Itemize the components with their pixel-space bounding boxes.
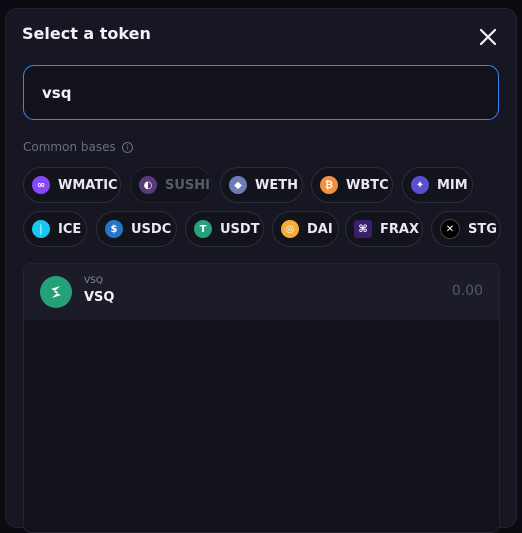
chip-label: USDT: [220, 221, 260, 237]
chip-label: MIM: [437, 177, 468, 193]
close-icon[interactable]: [477, 26, 499, 48]
chip-label: FRAX: [380, 221, 419, 237]
chip-sushi[interactable]: ◐ SUSHI: [130, 167, 212, 203]
token-search-box[interactable]: [23, 65, 499, 120]
token-select-modal: Select a token Common bases i ∞ WMATIC ◐…: [5, 8, 517, 533]
chip-usdt[interactable]: T USDT: [185, 211, 264, 247]
usdt-icon: T: [194, 220, 212, 238]
wmatic-icon: ∞: [32, 176, 50, 194]
token-name: VSQ: [84, 290, 115, 305]
chip-label: DAI: [307, 221, 333, 237]
chip-label: WMATIC: [58, 177, 118, 193]
stg-icon: ✕: [440, 219, 460, 239]
chip-weth[interactable]: ◆ WETH: [220, 167, 303, 203]
token-search-input[interactable]: [40, 82, 482, 103]
mim-icon: ✦: [411, 176, 429, 194]
dai-icon: ◎: [281, 220, 299, 238]
chip-wmatic[interactable]: ∞ WMATIC: [23, 167, 121, 203]
chip-label: WBTC: [346, 177, 389, 193]
chip-frax[interactable]: ⌘ FRAX: [345, 211, 423, 247]
chip-label: USDC: [131, 221, 172, 237]
info-icon[interactable]: i: [121, 141, 133, 153]
vsq-icon: [40, 276, 72, 308]
ice-icon: ❘: [32, 220, 50, 238]
modal-title: Select a token: [22, 24, 151, 43]
chip-mim[interactable]: ✦ MIM: [402, 167, 473, 203]
usdc-icon: $: [105, 220, 123, 238]
token-row-vsq[interactable]: VSQ VSQ 0.00: [24, 264, 499, 320]
chip-label: STG: [468, 221, 497, 237]
chip-dai[interactable]: ◎ DAI: [272, 211, 339, 247]
chip-ice[interactable]: ❘ ICE: [23, 211, 87, 247]
chip-usdc[interactable]: $ USDC: [96, 211, 177, 247]
chip-label: WETH: [255, 177, 298, 193]
chip-label: ICE: [58, 221, 82, 237]
chip-stg[interactable]: ✕ STG: [431, 211, 501, 247]
common-bases-label: Common bases: [23, 140, 116, 154]
wbtc-icon: ₿: [320, 176, 338, 194]
token-list: VSQ VSQ 0.00: [23, 263, 500, 533]
weth-icon: ◆: [229, 176, 247, 194]
chip-wbtc[interactable]: ₿ WBTC: [311, 167, 393, 203]
token-balance: 0.00: [451, 283, 483, 299]
chip-label: SUSHI: [165, 177, 210, 193]
token-symbol: VSQ: [84, 276, 103, 286]
sushi-icon: ◐: [139, 176, 157, 194]
frax-icon: ⌘: [354, 220, 372, 238]
common-bases-header: Common bases i: [23, 140, 133, 154]
